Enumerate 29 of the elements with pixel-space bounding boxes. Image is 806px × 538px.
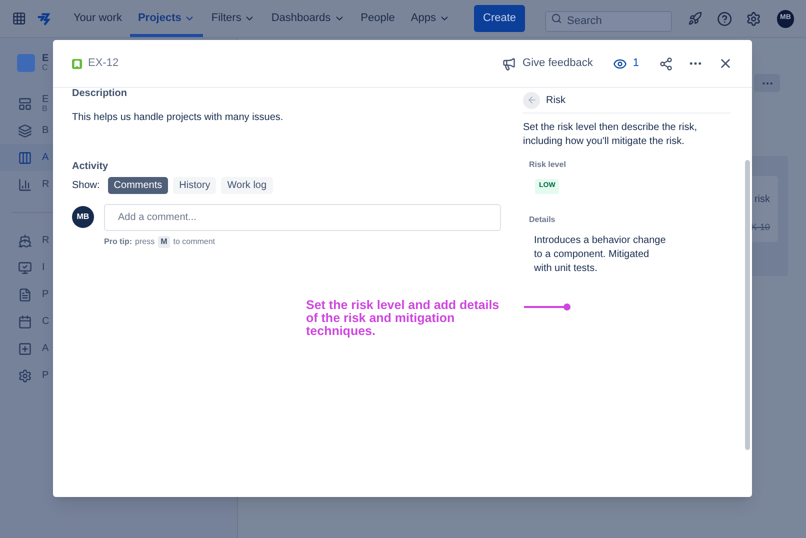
annotation-text: Set the risk level and add details of the risk and mitigation techniques. — [306, 299, 500, 338]
card-title: risk — [754, 193, 770, 207]
user-avatar: MB — [72, 206, 94, 228]
risk-level-label: Risk level — [529, 159, 567, 171]
details-label: Details — [529, 214, 556, 226]
sidebar-item-label: I — [42, 261, 45, 275]
keyboard-key: M — [158, 236, 170, 248]
sidebar-item-label: E — [42, 94, 49, 104]
pro-tip-text: press — [135, 236, 155, 248]
details-text: Introduces a behavior change to a component. Mitigated with unit tests. — [534, 234, 667, 276]
panel-title: Risk — [546, 94, 566, 108]
sidebar-item-label: A — [42, 153, 49, 162]
pro-tip-label: Pro tip: — [104, 236, 132, 248]
pro-tip-text: to comment — [173, 236, 216, 248]
sidebar-item-label: R — [42, 180, 50, 189]
sidebar-item-label: P — [42, 288, 49, 302]
sidebar-item-label: A — [42, 342, 49, 356]
sidebar-item-sublabel: B — [42, 104, 48, 112]
activity-heading: Activity — [72, 160, 110, 174]
description-text: This helps us handle projects with many issues. — [72, 111, 284, 125]
sidebar-item-label: C — [42, 315, 50, 329]
panel-intro: Set the risk level then describe the risk, including how you'll mitigate the risk. — [523, 121, 698, 149]
sidebar-item-label: P — [42, 369, 49, 383]
project-name: E — [42, 54, 49, 63]
sidebar-item-label: R — [42, 234, 50, 248]
sidebar-item-label: B — [42, 126, 49, 135]
show-label: Show: — [72, 179, 100, 193]
description-heading: Description — [72, 87, 128, 101]
project-type: C — [42, 63, 49, 72]
